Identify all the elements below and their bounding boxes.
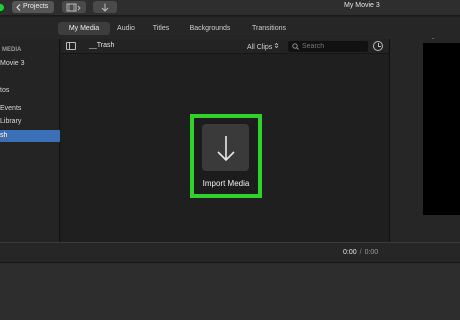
- projects-back-button[interactable]: Projects: [12, 1, 55, 13]
- sidebar-toggle-icon[interactable]: [66, 42, 76, 50]
- film-icon: [66, 3, 81, 11]
- search-icon: [292, 43, 299, 50]
- tab-my-media[interactable]: My Media: [58, 22, 110, 35]
- search-field[interactable]: [288, 41, 368, 52]
- viewer-panel: [389, 39, 460, 242]
- sidebar-section-header: MEDIA: [2, 47, 22, 53]
- browser-toolbar: __Trash All Clips: [61, 39, 389, 54]
- clips-filter-select[interactable]: All Clips: [247, 42, 279, 51]
- tab-titles[interactable]: Titles: [146, 22, 176, 35]
- import-arrow-icon: [216, 135, 235, 161]
- tab-transitions[interactable]: Transitions: [246, 22, 292, 35]
- sidebar-item-project[interactable]: Movie 3: [0, 58, 60, 70]
- sidebar-item-trash[interactable]: sh: [0, 130, 60, 142]
- window-title: My Movie 3: [344, 2, 380, 9]
- title-bar: Projects My Movie 3: [0, 0, 460, 16]
- timeline-track-area[interactable]: [0, 264, 460, 320]
- viewer-preview: [423, 43, 460, 215]
- tab-audio[interactable]: Audio: [112, 22, 140, 35]
- window-zoom-button[interactable]: [0, 4, 4, 11]
- projects-label: Projects: [23, 3, 49, 10]
- media-tab-bar: My Media Audio Titles Backgrounds Transi…: [0, 17, 460, 48]
- current-time: 0:00: [343, 249, 357, 256]
- search-input[interactable]: [302, 43, 364, 50]
- import-download-button[interactable]: [93, 1, 117, 13]
- timecode-display: 0:00/0:00: [343, 249, 378, 256]
- tab-backgrounds[interactable]: Backgrounds: [184, 22, 236, 35]
- total-time: 0:00: [364, 249, 379, 256]
- timeline-toolbar: 0:00/0:00: [0, 243, 460, 263]
- import-media-button[interactable]: [202, 124, 249, 171]
- browser-title: __Trash: [89, 42, 115, 49]
- updown-chevron-icon: [274, 42, 279, 49]
- download-arrow-icon: [101, 3, 109, 12]
- timeline-panel: 0:00/0:00: [0, 242, 460, 320]
- sidebar-item-photos[interactable]: tos: [0, 85, 60, 97]
- chevron-left-icon: [16, 3, 21, 11]
- clip-duration-clock-icon[interactable]: [373, 41, 383, 51]
- sidebar-item-library[interactable]: Library: [0, 116, 60, 128]
- media-import-toggle-button[interactable]: [62, 1, 86, 13]
- sidebar-item-events[interactable]: Events: [0, 103, 60, 115]
- import-media-label: Import Media: [202, 179, 250, 188]
- timecode-separator: /: [359, 249, 362, 256]
- clips-filter-label: All Clips: [247, 44, 273, 51]
- library-sidebar: MEDIA Movie 3 tos Events Library sh: [0, 39, 60, 242]
